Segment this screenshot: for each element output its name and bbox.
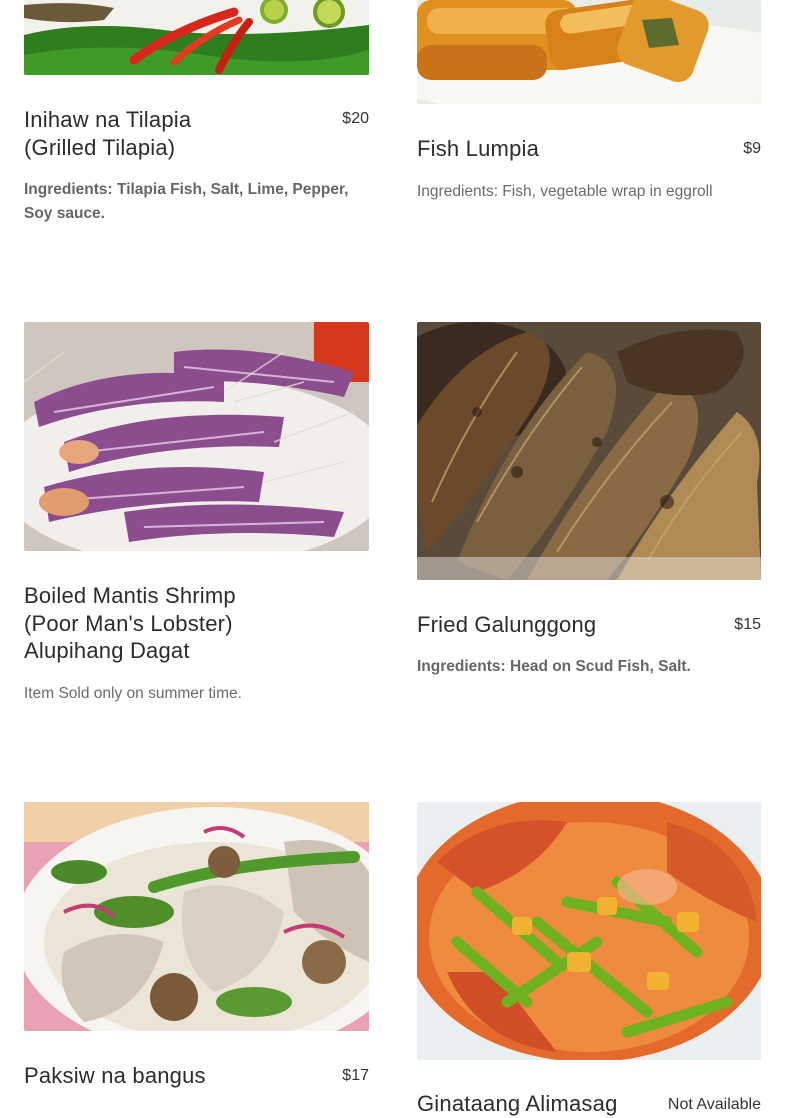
menu-item-description: Ingredients: Tilapia Fish, Salt, Lime, P…	[24, 181, 349, 222]
ginataang-alimasag-photo[interactable]	[417, 802, 761, 1060]
menu-item-title: Fried Galunggong	[417, 612, 597, 637]
paksiw-na-bangus-photo[interactable]	[24, 802, 369, 1031]
menu-item-title: Ginataang Alimasag	[417, 1091, 618, 1116]
fish-lumpia-photo[interactable]	[417, 0, 761, 104]
menu-item-price: Not Available	[667, 1096, 761, 1113]
menu-item-title: Fish Lumpia	[417, 136, 540, 161]
menu-item-title: Inihaw na Tilapia (Grilled Tilapia)	[24, 107, 192, 160]
fried-galunggong-photo[interactable]	[417, 322, 761, 580]
menu-item-card[interactable]: Fried Galunggong $15 Ingredients: Head o…	[417, 322, 761, 722]
menu-item-title: Boiled Mantis Shrimp (Poor Man's Lobster…	[24, 583, 236, 663]
menu-item-description: Ingredients: Fish, vegetable wrap in egg…	[417, 183, 713, 200]
menu-item-price: $15	[734, 616, 761, 633]
menu-item-card[interactable]: Inihaw na Tilapia (Grilled Tilapia) $20 …	[24, 0, 369, 240]
mantis-shrimp-photo[interactable]	[24, 322, 369, 551]
menu-item-card[interactable]: Paksiw na bangus $17	[24, 802, 369, 1108]
menu-item-price: $20	[342, 110, 369, 127]
menu-item-card[interactable]: Ginataang Alimasag Not Available	[417, 802, 761, 1116]
menu-item-price: $9	[743, 140, 761, 157]
menu-item-title: Paksiw na bangus	[24, 1063, 206, 1088]
menu-item-description: Ingredients: Head on Scud Fish, Salt.	[417, 658, 691, 675]
menu-item-card[interactable]: Boiled Mantis Shrimp (Poor Man's Lobster…	[24, 322, 369, 722]
menu-item-card[interactable]: Fish Lumpia $9 Ingredients: Fish, vegeta…	[417, 0, 761, 240]
menu-item-price: $17	[342, 1067, 369, 1084]
menu-item-description: Item Sold only on summer time.	[24, 685, 242, 702]
grilled-tilapia-photo[interactable]	[24, 0, 369, 75]
